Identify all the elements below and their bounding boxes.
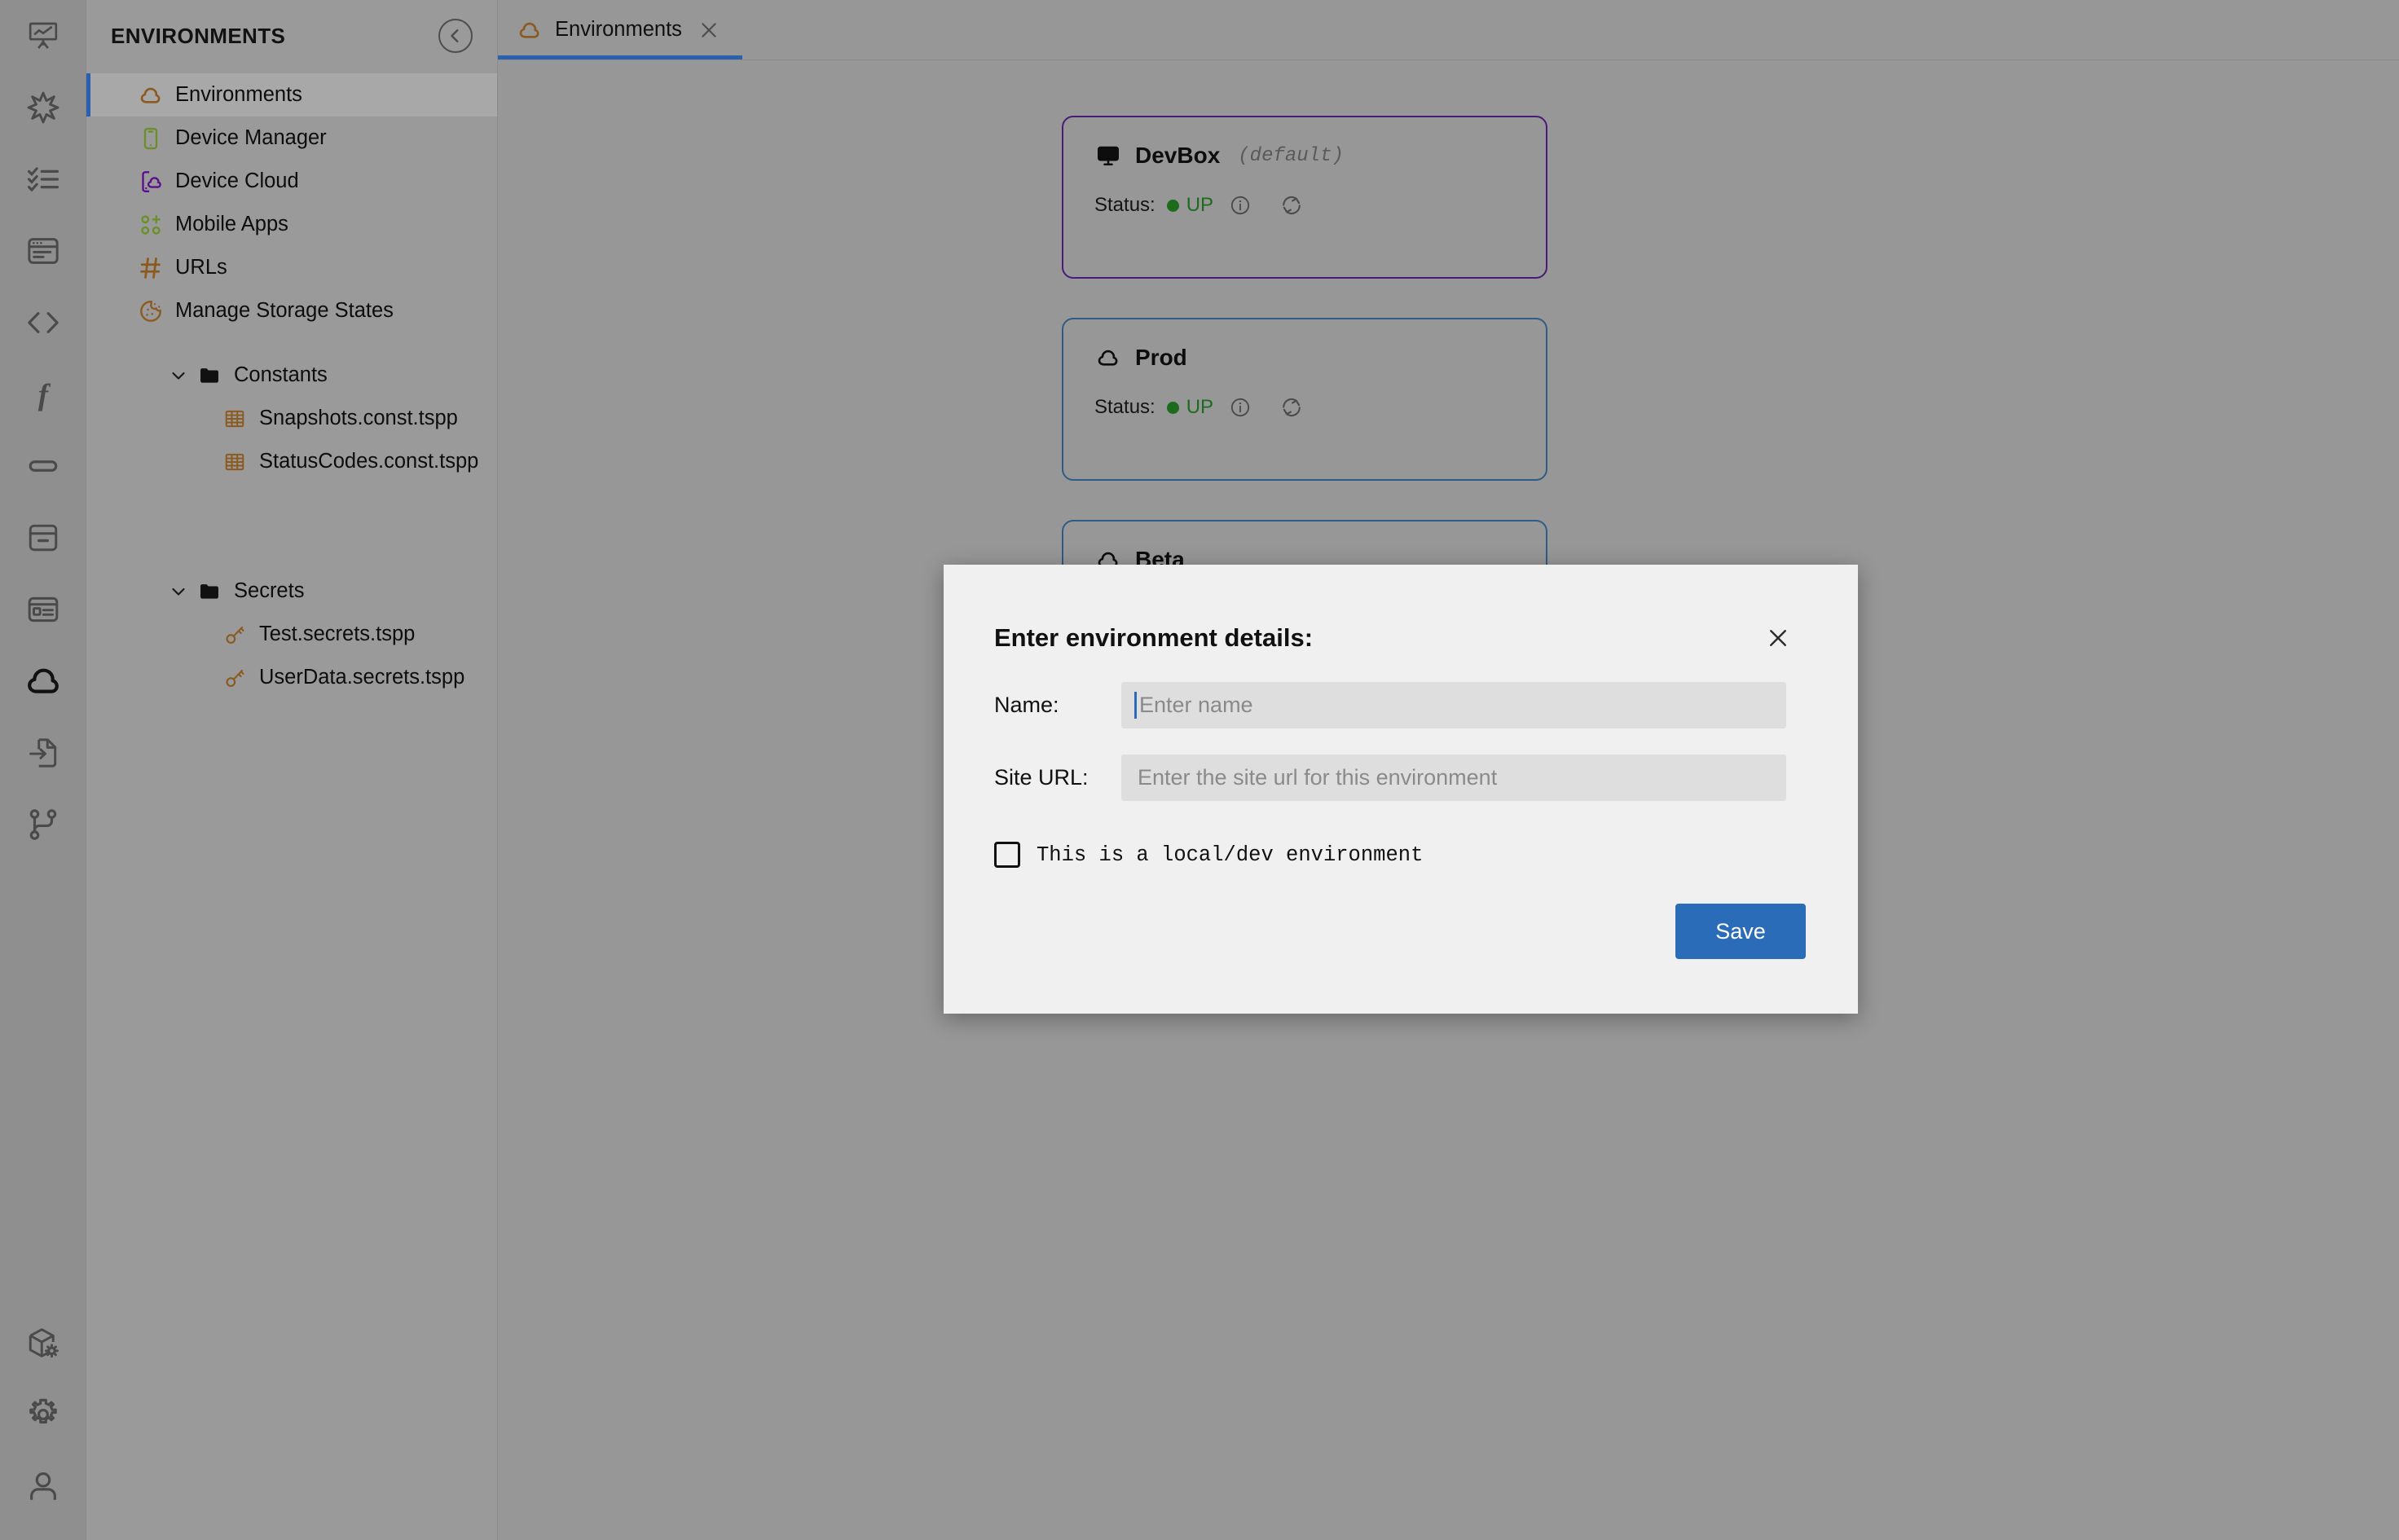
name-input[interactable]: Enter name xyxy=(1121,682,1786,728)
site-url-input-placeholder: Enter the site url for this environment xyxy=(1138,765,1498,790)
site-url-field-row: Site URL: Enter the site url for this en… xyxy=(944,755,1858,801)
name-field-row: Name: Enter name xyxy=(944,682,1858,728)
environment-details-dialog: Enter environment details: Name: Enter n… xyxy=(944,565,1858,1014)
site-url-input[interactable]: Enter the site url for this environment xyxy=(1121,755,1786,801)
close-icon[interactable] xyxy=(1763,623,1793,653)
save-button[interactable]: Save xyxy=(1675,904,1806,959)
dialog-title: Enter environment details: xyxy=(994,623,1314,652)
site-url-label: Site URL: xyxy=(994,765,1089,790)
local-dev-checkbox-row[interactable]: This is a local/dev environment xyxy=(944,842,1858,868)
local-dev-checkbox[interactable] xyxy=(994,842,1020,868)
name-label: Name: xyxy=(994,693,1059,717)
name-input-placeholder: Enter name xyxy=(1139,693,1253,717)
text-caret xyxy=(1134,692,1137,719)
dialog-footer: Save xyxy=(944,868,1858,959)
dialog-header: Enter environment details: xyxy=(944,565,1858,653)
app-root: f ENVIRONMENTS Environments Device Manag… xyxy=(0,0,2399,1540)
local-dev-checkbox-label: This is a local/dev environment xyxy=(1037,843,1424,867)
